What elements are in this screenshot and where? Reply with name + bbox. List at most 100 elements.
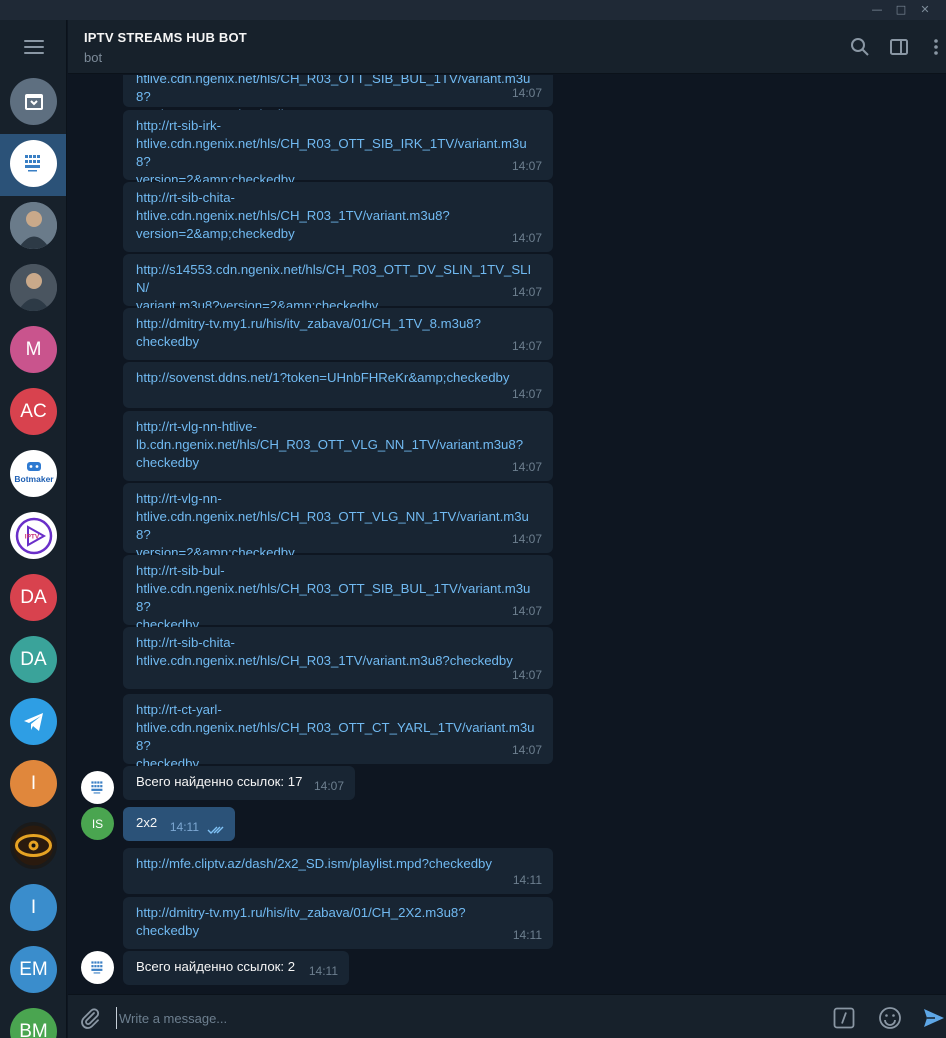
user-avatar[interactable]: IS [81, 807, 114, 840]
message-history[interactable]: htlive.cdn.ngenix.net/hls/CH_R03_OTT_SIB… [68, 75, 946, 993]
chat-header: IPTV STREAMS HUB BOT bot [68, 20, 946, 74]
message-text: Всего найденно ссылок: 17 [136, 774, 303, 789]
message-time: 14:07 [511, 231, 542, 245]
read-double-check-icon [207, 826, 224, 834]
chat-item-archive[interactable] [0, 72, 66, 134]
message-input[interactable] [116, 1007, 816, 1029]
hamburger-menu-icon[interactable] [24, 40, 44, 56]
minimize-button[interactable]: — [866, 2, 888, 18]
chat-item-m[interactable]: M [0, 320, 66, 382]
message-time: 14:07 [511, 387, 542, 401]
message-link[interactable]: http://rt-vlg-nn- htlive.cdn.ngenix.net/… [136, 490, 541, 562]
chat-item-iptv[interactable]: IPTV [0, 506, 66, 568]
message-time: 14:11 [512, 928, 542, 942]
more-options-icon[interactable] [926, 37, 946, 57]
incoming-message[interactable]: http://s14553.cdn.ngenix.net/hls/CH_R03_… [123, 254, 553, 313]
message-composer [68, 994, 946, 1038]
eye-logo [10, 822, 57, 869]
message-time: 14:07 [511, 86, 542, 100]
message-link[interactable]: http://dmitry-tv.my1.ru/his/itv_zabava/0… [136, 315, 541, 351]
close-button[interactable]: ✕ [914, 2, 936, 18]
photo [10, 202, 57, 249]
window-title-bar: — □ ✕ [0, 0, 946, 20]
avatar: AC [10, 388, 57, 435]
chat-item-eye[interactable] [0, 816, 66, 878]
chat-subtitle: bot [84, 50, 103, 65]
archive-icon [10, 78, 57, 125]
message-time: 14:07 [511, 159, 542, 173]
message-link[interactable]: http://mfe.cliptv.az/dash/2x2_SD.ism/pla… [136, 855, 541, 873]
photo [10, 264, 57, 311]
send-icon[interactable] [922, 1006, 946, 1030]
message-link[interactable]: http://rt-vlg-nn-htlive- lb.cdn.ngenix.n… [136, 418, 541, 472]
bot-commands-icon[interactable] [832, 1006, 856, 1030]
message-time: 14:11 [512, 873, 542, 887]
message-time: 14:07 [511, 668, 542, 682]
svg-text:Botmaker: Botmaker [14, 474, 54, 484]
chat-item-contact-photo-2[interactable] [0, 258, 66, 320]
message-time: 14:07 [511, 460, 542, 474]
incoming-message[interactable]: Всего найденно ссылок: 2 14:11 [123, 951, 349, 985]
svg-text:IPTV: IPTV [24, 533, 39, 540]
chat-title[interactable]: IPTV STREAMS HUB BOT [84, 30, 247, 45]
message-text: 2x2 [136, 815, 158, 830]
chat-item-iptv-hub-bot[interactable] [0, 134, 66, 196]
bot-logo [10, 140, 57, 187]
message-link[interactable]: http://sovenst.ddns.net/1?token=UHnbFHRe… [136, 369, 541, 387]
telegram-icon [10, 698, 57, 745]
incoming-message[interactable]: http://sovenst.ddns.net/1?token=UHnbFHRe… [123, 362, 553, 408]
avatar: BM [10, 1008, 57, 1038]
incoming-message[interactable]: htlive.cdn.ngenix.net/hls/CH_R03_OTT_SIB… [123, 75, 553, 122]
message-link[interactable]: http://s14553.cdn.ngenix.net/hls/CH_R03_… [136, 261, 541, 315]
incoming-message[interactable]: http://rt-vlg-nn-htlive- lb.cdn.ngenix.n… [123, 411, 553, 481]
message-link[interactable]: http://rt-ct-yarl- htlive.cdn.ngenix.net… [136, 701, 541, 773]
avatar: EM [10, 946, 57, 993]
message-time: 14:07 [511, 285, 542, 299]
outgoing-message[interactable]: 2x2 14:11 [123, 807, 235, 841]
avatar: I [10, 884, 57, 931]
incoming-message[interactable]: http://rt-sib-irk- htlive.cdn.ngenix.net… [123, 110, 553, 187]
message-link[interactable]: http://dmitry-tv.my1.ru/his/itv_zabava/0… [136, 904, 541, 940]
incoming-message[interactable]: http://mfe.cliptv.az/dash/2x2_SD.ism/pla… [123, 848, 553, 894]
chat-item-da-2[interactable]: DA [0, 630, 66, 692]
chat-item-ac[interactable]: AC [0, 382, 66, 444]
avatar: DA [10, 636, 57, 683]
chat-item-contact-photo-1[interactable] [0, 196, 66, 258]
message-link[interactable]: http://rt-sib-bul- htlive.cdn.ngenix.net… [136, 562, 541, 634]
chat-item-bm[interactable]: BM [0, 1002, 66, 1038]
incoming-message[interactable]: Всего найденно ссылок: 17 14:07 [123, 766, 355, 800]
incoming-message[interactable]: http://dmitry-tv.my1.ru/his/itv_zabava/0… [123, 897, 553, 949]
sidebar-toggle-icon[interactable] [889, 37, 909, 57]
incoming-message[interactable]: http://rt-vlg-nn- htlive.cdn.ngenix.net/… [123, 483, 553, 560]
incoming-message[interactable]: http://rt-sib-chita- htlive.cdn.ngenix.n… [123, 627, 553, 689]
chat-item-botmaker[interactable]: Botmaker [0, 444, 66, 506]
message-time: 14:11 [308, 964, 338, 978]
message-time: 14:07 [511, 532, 542, 546]
bot-avatar[interactable] [81, 771, 114, 804]
incoming-message[interactable]: http://rt-sib-bul- htlive.cdn.ngenix.net… [123, 555, 553, 632]
incoming-message[interactable]: http://rt-sib-chita- htlive.cdn.ngenix.n… [123, 182, 553, 252]
chat-list-sidebar: M AC Botmaker IPTV DA DA I I EM BM [0, 20, 67, 1038]
message-link[interactable]: http://rt-sib-chita- htlive.cdn.ngenix.n… [136, 634, 541, 670]
attach-paperclip-icon[interactable] [78, 1006, 102, 1030]
message-link[interactable]: http://rt-sib-chita- htlive.cdn.ngenix.n… [136, 189, 541, 243]
message-time: 14:07 [511, 743, 542, 757]
chat-item-em[interactable]: EM [0, 940, 66, 1002]
iptv-play-logo: IPTV [10, 512, 57, 559]
avatar: I [10, 760, 57, 807]
emoji-icon[interactable] [878, 1006, 902, 1030]
chat-item-telegram[interactable] [0, 692, 66, 754]
message-link[interactable]: http://rt-sib-irk- htlive.cdn.ngenix.net… [136, 117, 541, 189]
maximize-button[interactable]: □ [890, 2, 912, 18]
search-icon[interactable] [850, 37, 870, 57]
message-text: Всего найденно ссылок: 2 [136, 959, 296, 974]
chat-item-da-1[interactable]: DA [0, 568, 66, 630]
incoming-message[interactable]: http://rt-ct-yarl- htlive.cdn.ngenix.net… [123, 694, 553, 771]
message-time: 14:11 [169, 820, 199, 834]
incoming-message[interactable]: http://dmitry-tv.my1.ru/his/itv_zabava/0… [123, 308, 553, 360]
message-time: 14:07 [511, 339, 542, 353]
chat-item-i-2[interactable]: I [0, 878, 66, 940]
bot-avatar[interactable] [81, 951, 114, 984]
chat-item-i-1[interactable]: I [0, 754, 66, 816]
message-time: 14:07 [511, 604, 542, 618]
